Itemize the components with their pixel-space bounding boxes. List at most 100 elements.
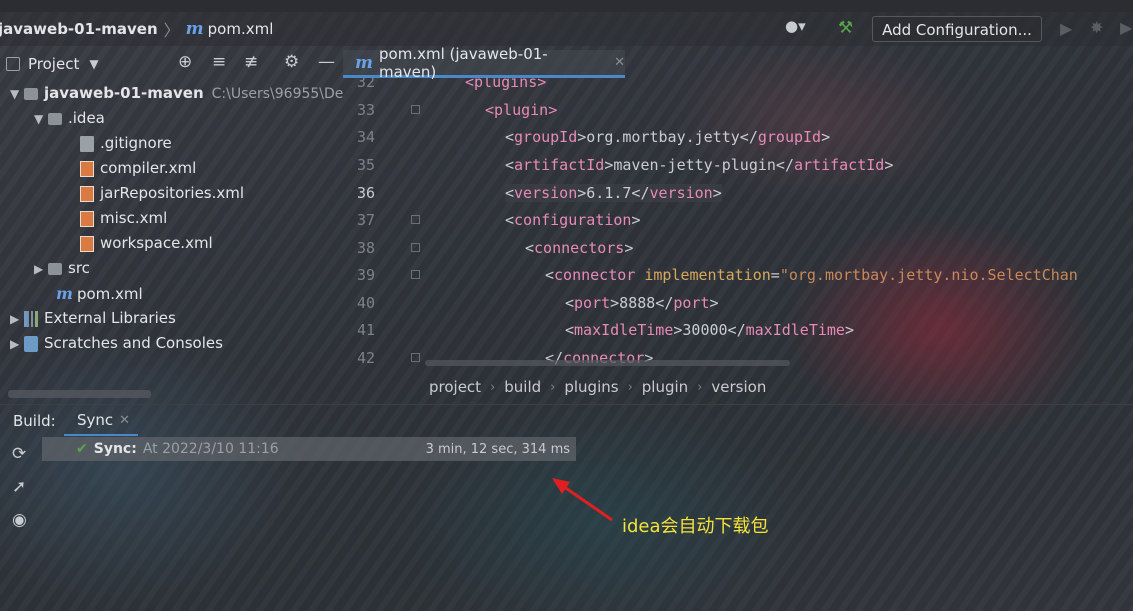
- chevron-down-icon[interactable]: ▼: [34, 107, 48, 132]
- chevron-down-icon[interactable]: ▼: [10, 82, 24, 107]
- tree-item-idea[interactable]: ▼ .idea: [34, 106, 105, 131]
- editor-horizontal-scrollbar[interactable]: [425, 360, 790, 366]
- code-line: <connectors>: [525, 239, 634, 257]
- maven-file-icon: m: [355, 52, 373, 73]
- user-icon[interactable]: ●▾: [785, 17, 817, 41]
- fold-icon[interactable]: [411, 105, 420, 114]
- tree-item-label: External Libraries: [44, 309, 176, 327]
- tree-item-pom-xml[interactable]: m pom.xml: [56, 281, 143, 306]
- tree-item-gitignore[interactable]: .gitignore: [80, 131, 172, 156]
- fold-icon[interactable]: [411, 270, 420, 279]
- refresh-icon[interactable]: ⟳: [12, 444, 26, 464]
- line-number: 36: [356, 184, 375, 202]
- checkmark-icon: ✔: [76, 441, 88, 457]
- annotation-text: idea会自动下载包: [622, 516, 769, 537]
- chevron-right-icon[interactable]: ▶: [34, 257, 48, 282]
- tree-item-compiler-xml[interactable]: compiler.xml: [80, 156, 196, 181]
- code-line: <groupId>org.mortbay.jetty</groupId>: [505, 128, 831, 146]
- tree-item-label: Scratches and Consoles: [44, 334, 223, 352]
- sync-result-row[interactable]: ✔ Sync: At 2022/3/10 11:16 3 min, 12 sec…: [42, 437, 576, 461]
- code-line-current: <version>6.1.7</version>: [505, 184, 722, 202]
- sync-time: At 2022/3/10 11:16: [142, 441, 279, 457]
- xml-file-icon: [80, 160, 94, 177]
- nav-file-crumb[interactable]: pom.xml: [208, 20, 274, 38]
- xml-file-icon: [80, 235, 94, 252]
- code-line: <port>8888</port>: [565, 294, 719, 312]
- pin-icon[interactable]: ➚: [12, 477, 26, 497]
- tree-item-external-libraries[interactable]: ▶ External Libraries: [10, 306, 176, 331]
- tree-item-label: jarRepositories.xml: [100, 184, 245, 202]
- editor-breadcrumb: project › build › plugins › plugin › ver…: [343, 372, 1133, 402]
- project-view-icon: [6, 57, 20, 71]
- tree-item-scratches[interactable]: ▶ Scratches and Consoles: [10, 331, 223, 356]
- line-number: 34: [356, 128, 375, 146]
- run-icon[interactable]: ▶: [1060, 19, 1072, 38]
- eye-icon[interactable]: ◉: [12, 510, 27, 530]
- maven-file-icon: m: [56, 284, 73, 303]
- gear-icon[interactable]: ⚙: [284, 52, 299, 72]
- code-line: <configuration>: [505, 211, 641, 229]
- debug-icon[interactable]: ✸: [1090, 18, 1103, 37]
- tree-item-path: C:\Users\96955\De: [211, 86, 344, 102]
- editor-tab-pom-xml[interactable]: m pom.xml (javaweb-01-maven) ✕: [343, 45, 625, 81]
- chevron-right-icon[interactable]: ▶: [10, 307, 24, 332]
- breadcrumb-separator: ›: [697, 379, 703, 395]
- tree-item-root[interactable]: ▼ javaweb-01-maven C:\Users\96955\De: [10, 81, 343, 106]
- breadcrumb-plugin[interactable]: plugin: [642, 378, 688, 396]
- breadcrumb-project[interactable]: project: [429, 378, 481, 396]
- code-editor[interactable]: 32 <plugins> 33 <plugin> 34 <groupId>org…: [343, 78, 1133, 368]
- line-number: 38: [356, 239, 375, 257]
- breadcrumb-separator: ›: [490, 379, 496, 395]
- build-label: Build:: [13, 412, 56, 430]
- code-line: <plugin>: [485, 101, 558, 119]
- code-line: <connector implementation="org.mortbay.j…: [545, 266, 1078, 284]
- maven-file-icon: m: [185, 19, 204, 39]
- tree-item-src[interactable]: ▶ src: [34, 256, 90, 281]
- tab-sync-label: Sync: [77, 411, 114, 429]
- tree-item-misc-xml[interactable]: misc.xml: [80, 206, 167, 231]
- fold-icon[interactable]: [411, 353, 420, 362]
- breadcrumb-separator: ›: [550, 379, 556, 395]
- chevron-down-icon[interactable]: ▼: [89, 57, 98, 71]
- editor-tab-label: pom.xml (javaweb-01-maven): [379, 44, 548, 81]
- crosshair-icon[interactable]: ⊕: [178, 52, 192, 72]
- nav-project-crumb[interactable]: javaweb-01-maven: [0, 20, 158, 38]
- folder-icon: [48, 112, 62, 125]
- project-view-selector[interactable]: Project: [28, 55, 79, 73]
- tree-item-jarrepositories-xml[interactable]: jarRepositories.xml: [80, 181, 244, 206]
- fold-icon[interactable]: [411, 243, 420, 252]
- breadcrumb-plugins[interactable]: plugins: [564, 378, 618, 396]
- line-number: 32: [356, 78, 375, 91]
- chevron-right-icon[interactable]: ▶: [10, 332, 24, 357]
- tree-item-label: compiler.xml: [100, 159, 197, 177]
- scratches-icon: [24, 335, 38, 352]
- sync-title: Sync:: [93, 441, 137, 457]
- sync-duration: 3 min, 12 sec, 314 ms: [425, 441, 570, 457]
- breadcrumb-build[interactable]: build: [504, 378, 541, 396]
- more-icon[interactable]: ▶: [1120, 18, 1132, 37]
- code-line: <plugins>: [465, 78, 547, 91]
- tab-sync[interactable]: Sync ✕: [64, 406, 138, 436]
- build-hammer-icon[interactable]: ⚒: [838, 18, 853, 38]
- fold-icon[interactable]: [411, 215, 420, 224]
- tree-item-label: .gitignore: [100, 134, 172, 152]
- breadcrumb-separator: ›: [627, 379, 633, 395]
- breadcrumb-version[interactable]: version: [711, 378, 766, 396]
- line-number: 42: [356, 349, 375, 367]
- expand-all-icon[interactable]: ≡: [212, 52, 226, 72]
- add-configuration-button[interactable]: Add Configuration...: [872, 16, 1042, 42]
- minimize-icon[interactable]: —: [318, 52, 335, 72]
- title-bar: [0, 0, 1133, 12]
- project-horizontal-scrollbar[interactable]: [8, 390, 151, 398]
- code-line: <artifactId>maven-jetty-plugin</artifact…: [505, 156, 894, 174]
- collapse-all-icon[interactable]: ≢: [244, 52, 258, 72]
- line-number: 40: [356, 294, 375, 312]
- close-icon[interactable]: ✕: [119, 413, 130, 428]
- tree-item-label: workspace.xml: [100, 234, 213, 252]
- close-icon[interactable]: ✕: [614, 55, 625, 70]
- xml-file-icon: [80, 185, 94, 202]
- tree-item-label: javaweb-01-maven: [44, 84, 204, 102]
- tree-item-workspace-xml[interactable]: workspace.xml: [80, 231, 213, 256]
- tree-item-label: pom.xml: [76, 285, 143, 303]
- xml-file-icon: [80, 210, 94, 227]
